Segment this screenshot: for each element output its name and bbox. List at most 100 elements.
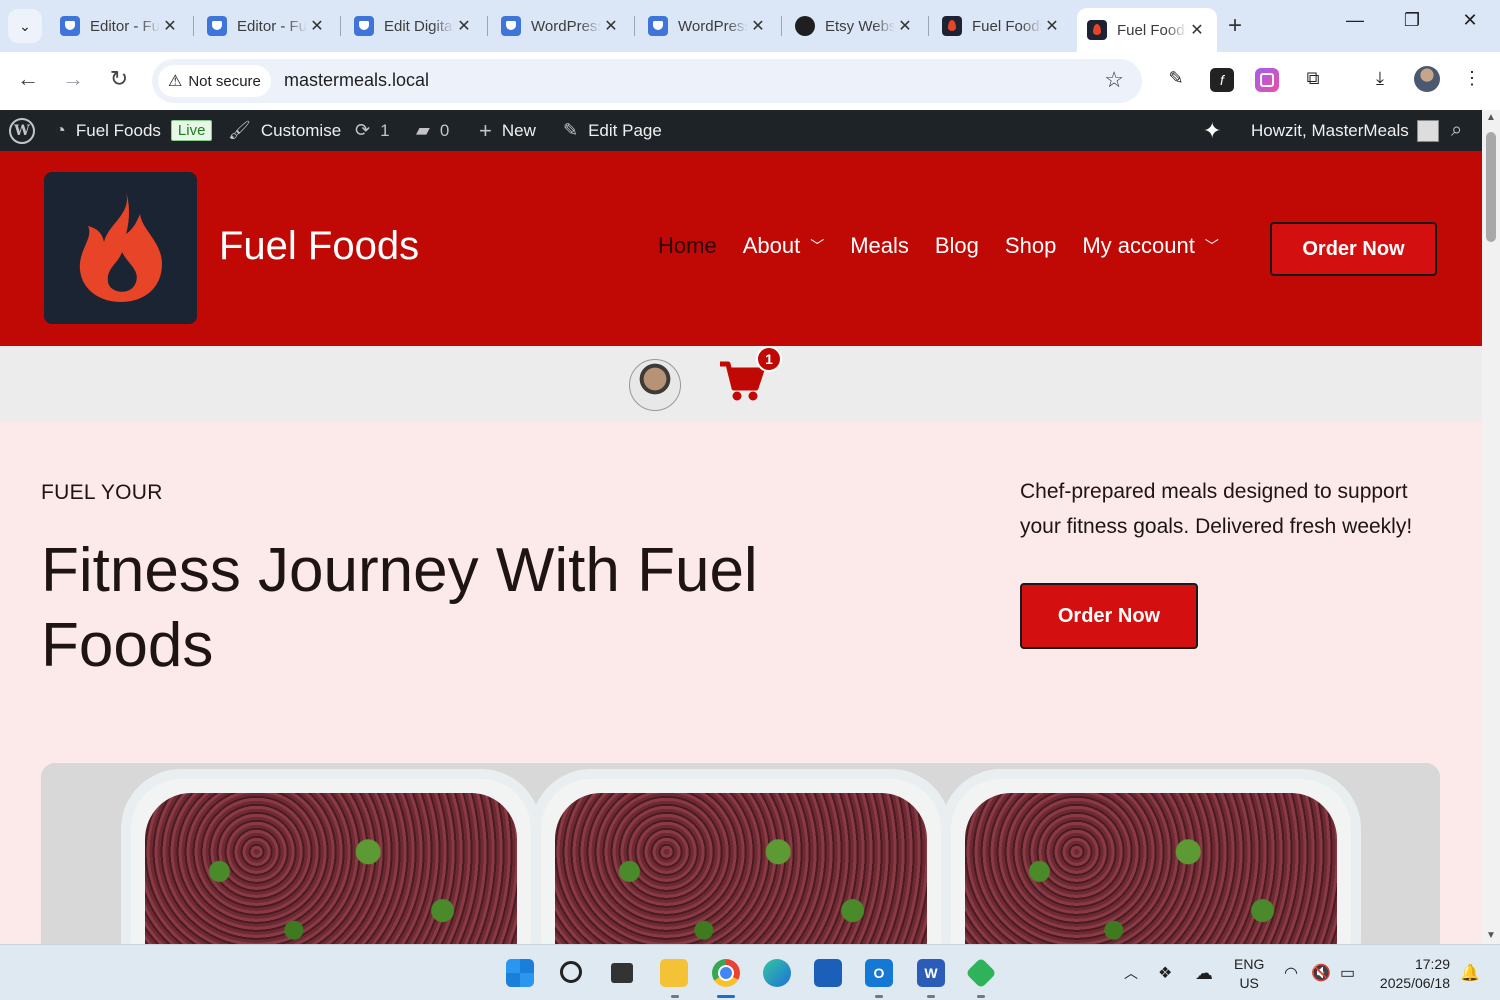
file-explorer-icon[interactable]: [660, 959, 688, 987]
nav-item-about[interactable]: About ﹀: [743, 233, 825, 259]
wordpress-icon: W: [9, 117, 35, 144]
browser-tab-active[interactable]: Fuel Foods ✕: [1077, 8, 1217, 52]
browser-tab[interactable]: Editor - Fuel Foods ✕: [50, 8, 190, 44]
edit-page-label: Edit Page: [588, 120, 662, 140]
customise-link[interactable]: 🖌 Customise: [228, 110, 341, 151]
close-icon[interactable]: ✕: [454, 16, 474, 36]
nav-label: My account: [1082, 233, 1195, 258]
comments-link[interactable]: ▰ 0: [416, 110, 449, 151]
chrome-icon[interactable]: [712, 959, 740, 987]
speaker-muted-icon[interactable]: 🔇: [1311, 945, 1331, 1000]
bookmark-star-icon[interactable]: ☆: [1104, 67, 1124, 93]
eyedropper-extension-icon[interactable]: ✎: [1164, 68, 1188, 92]
browser-tab[interactable]: Editor - Fuel Foods ✕: [197, 8, 337, 44]
warning-icon: ⚠: [168, 73, 183, 90]
restore-button[interactable]: ❐: [1397, 10, 1427, 31]
tab-title: Etsy Website: [825, 17, 895, 35]
close-icon[interactable]: ✕: [748, 16, 768, 36]
cart-count-badge: 1: [756, 346, 782, 372]
menu-kebab-icon[interactable]: ⋮: [1460, 68, 1484, 92]
flame-icon: [79, 192, 162, 302]
language-code: ENG: [1234, 956, 1265, 972]
browser-tab[interactable]: WordPress ✕: [491, 8, 631, 44]
close-icon[interactable]: ✕: [160, 16, 180, 36]
scroll-down-icon[interactable]: ▼: [1486, 930, 1496, 941]
close-icon[interactable]: ✕: [601, 16, 621, 36]
show-hidden-icons-chevron-icon[interactable]: ︿: [1124, 945, 1138, 1000]
microsoft-store-icon[interactable]: [814, 959, 842, 987]
green-app-icon[interactable]: [965, 957, 997, 989]
nav-item-shop[interactable]: Shop: [1005, 233, 1056, 259]
forward-icon[interactable]: →: [58, 66, 88, 92]
nav-item-home[interactable]: Home: [658, 233, 717, 259]
site-title[interactable]: Fuel Foods: [219, 224, 419, 269]
nav-item-meals[interactable]: Meals: [850, 233, 909, 259]
gradient-extension-icon[interactable]: [1255, 68, 1279, 92]
tab-title: Fuel Foods: [1117, 21, 1187, 39]
notification-bell-icon[interactable]: 🔔: [1460, 945, 1480, 1000]
browser-tab[interactable]: Fuel Foods ✕: [932, 8, 1072, 44]
paintbrush-icon: 🖌: [228, 120, 251, 140]
close-icon[interactable]: ✕: [1042, 16, 1062, 36]
scroll-up-icon[interactable]: ▲: [1486, 112, 1496, 123]
nav-item-my-account[interactable]: My account ﹀: [1082, 233, 1219, 259]
language-indicator[interactable]: ENG US: [1234, 955, 1264, 993]
nav-item-blog[interactable]: Blog: [935, 233, 979, 259]
browser-tab-strip: ⌄ Editor - Fuel Foods ✕ Editor - Fuel Fo…: [0, 0, 1500, 52]
new-content-menu[interactable]: + New: [479, 110, 536, 151]
onedrive-cloud-icon[interactable]: ☁: [1195, 945, 1213, 1000]
page-scrollbar[interactable]: ▲ ▼: [1482, 110, 1500, 944]
reload-icon[interactable]: ↻: [104, 66, 134, 92]
close-icon[interactable]: ✕: [895, 16, 915, 36]
nav-label: About: [742, 233, 801, 258]
browser-tab[interactable]: WordPress ✕: [638, 8, 778, 44]
download-icon[interactable]: ⤓: [1368, 68, 1392, 92]
edit-page-link[interactable]: ✎ Edit Page: [563, 110, 662, 151]
profile-avatar[interactable]: [1414, 66, 1440, 92]
ai-sparkle-button[interactable]: ✦: [1203, 110, 1231, 151]
wifi-icon[interactable]: ◠: [1284, 945, 1298, 1000]
scroll-thumb[interactable]: [1486, 132, 1496, 242]
wp-admin-bar: W ◔ Fuel Foods Live 🖌 Customise ⟳ 1 ▰ 0 …: [0, 110, 1482, 151]
new-tab-button[interactable]: +: [1228, 12, 1242, 40]
minimize-button[interactable]: —: [1340, 10, 1370, 31]
greeting-text: Howzit, MasterMeals: [1251, 120, 1409, 140]
search-icon[interactable]: [560, 961, 582, 983]
url-text[interactable]: mastermeals.local: [284, 70, 429, 91]
order-now-header-button[interactable]: Order Now: [1270, 222, 1437, 276]
site-name-menu[interactable]: ◔ Fuel Foods Live: [55, 110, 213, 151]
nav-label: Shop: [1004, 233, 1057, 258]
admin-search-button[interactable]: ⌕: [1451, 110, 1472, 151]
tab-search-button[interactable]: ⌄: [8, 9, 42, 43]
task-view-icon[interactable]: [611, 963, 633, 983]
fonts-extension-icon[interactable]: f: [1210, 68, 1234, 92]
extensions-puzzle-icon[interactable]: ⧉: [1301, 68, 1325, 92]
customise-label: Customise: [260, 120, 342, 140]
back-icon[interactable]: ←: [13, 66, 43, 92]
address-bar[interactable]: ⚠ Not secure mastermeals.local ☆: [152, 59, 1142, 103]
browser-tab[interactable]: Edit Digital Product ✕: [344, 8, 484, 44]
dropbox-icon[interactable]: ❖: [1158, 945, 1172, 1000]
wp-logo-menu[interactable]: W: [9, 110, 35, 151]
account-cart-bar: 1: [0, 346, 1482, 422]
order-now-hero-button[interactable]: Order Now: [1020, 583, 1198, 649]
account-menu[interactable]: Howzit, MasterMeals: [1251, 110, 1439, 151]
site-logo[interactable]: [44, 172, 197, 324]
clock[interactable]: 17:29 2025/06/18: [1376, 955, 1450, 993]
outlook-icon[interactable]: O: [865, 959, 893, 987]
start-icon[interactable]: [506, 959, 534, 987]
updates-link[interactable]: ⟳ 1: [355, 110, 390, 151]
close-icon[interactable]: ✕: [1187, 20, 1207, 40]
security-chip[interactable]: ⚠ Not secure: [158, 65, 271, 97]
cart-icon[interactable]: [718, 360, 765, 407]
browser-tab[interactable]: Etsy Website ✕: [785, 8, 925, 44]
tab-title: WordPress: [531, 17, 601, 35]
edge-icon[interactable]: [763, 959, 791, 987]
battery-icon[interactable]: ▭: [1340, 945, 1355, 1000]
word-icon[interactable]: W: [917, 959, 945, 987]
close-icon[interactable]: ✕: [307, 16, 327, 36]
live-badge: Live: [170, 120, 213, 141]
nav-label: Blog: [934, 233, 979, 258]
window-close-button[interactable]: ✕: [1455, 10, 1485, 31]
account-avatar[interactable]: [629, 359, 681, 411]
